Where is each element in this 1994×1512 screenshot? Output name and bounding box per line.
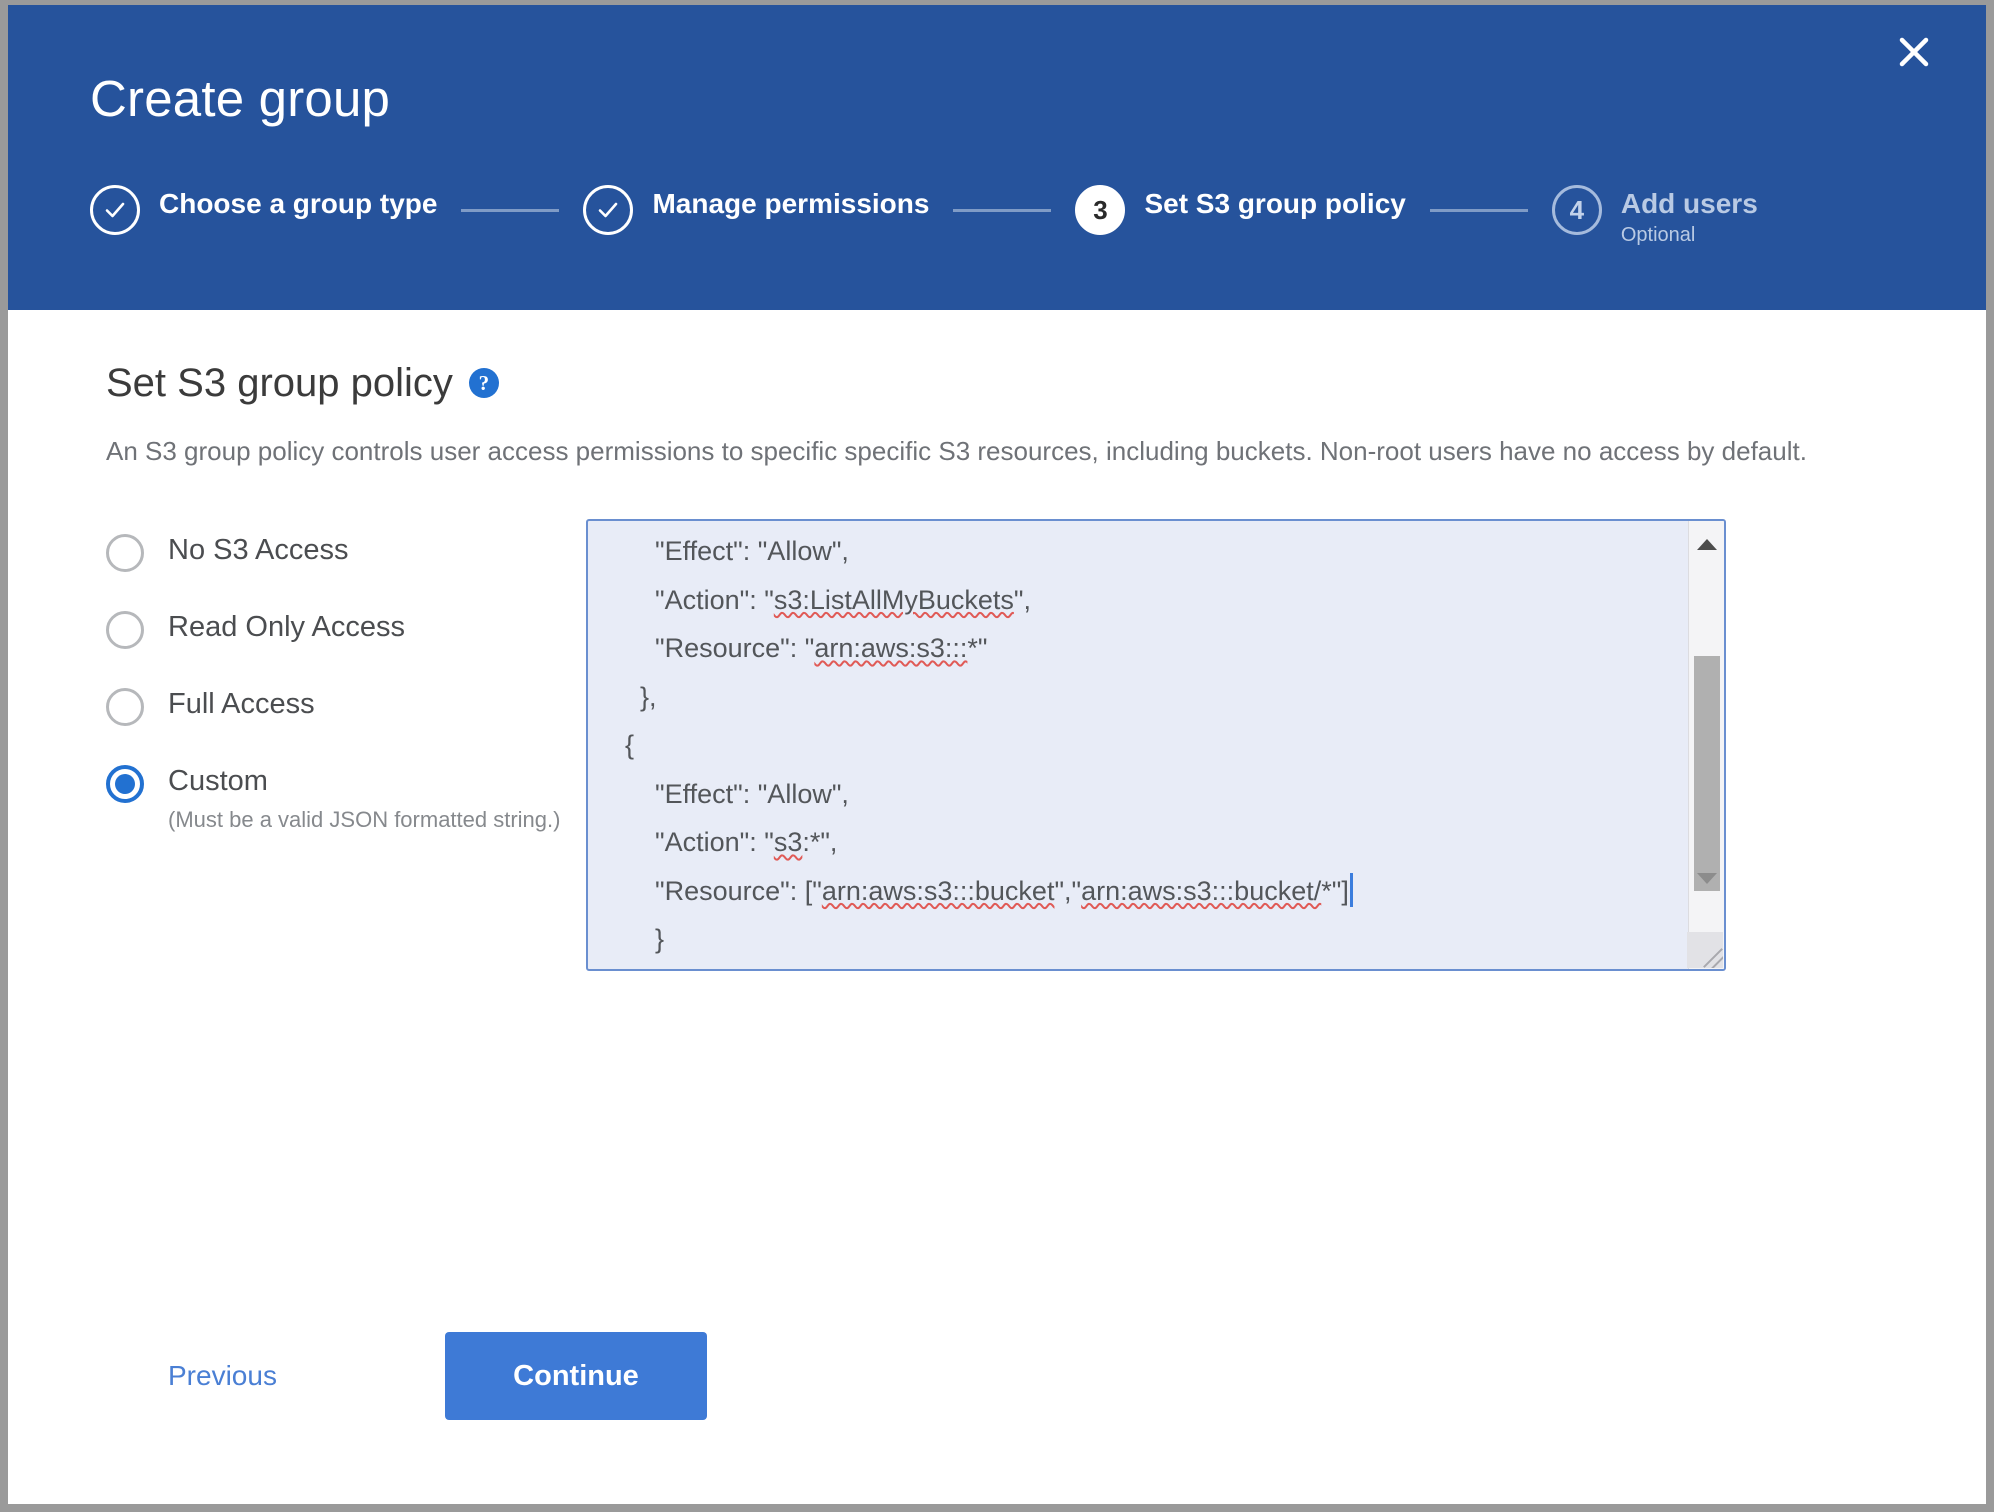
- step-add-users[interactable]: 4 Add users Optional: [1551, 183, 1758, 245]
- policy-json-content[interactable]: "Effect": "Allow", "Action": "s3:ListAll…: [610, 527, 1676, 969]
- radio-indicator[interactable]: [106, 611, 144, 649]
- help-icon[interactable]: ?: [468, 368, 499, 398]
- policy-line-3: },: [610, 681, 657, 712]
- policy-line-7: "Resource": ["arn:aws:s3:::bucket","arn:…: [610, 872, 1353, 907]
- radio-label: No S3 Access: [168, 534, 349, 566]
- text-cursor: [1349, 872, 1353, 907]
- step-connector: [1429, 209, 1528, 212]
- modal-body: Set S3 group policy ? An S3 group policy…: [8, 310, 1986, 1504]
- step-text: Add users Optional: [1621, 183, 1758, 245]
- check-circle-icon: [583, 185, 634, 235]
- policy-line-8: }: [610, 924, 665, 954]
- radio-hint: (Must be a valid JSON formatted string.): [168, 807, 561, 833]
- step-text: Manage permissions: [652, 183, 929, 221]
- step-label: Choose a group type: [159, 188, 438, 219]
- step-set-s3-group-policy[interactable]: 3 Set S3 group policy: [1075, 183, 1406, 235]
- policy-line-2: "Resource": "arn:aws:s3:::*": [610, 633, 988, 663]
- modal-footer: Previous Continue: [8, 1314, 1986, 1504]
- radio-text-column: Custom (Must be a valid JSON formatted s…: [144, 763, 560, 834]
- resize-handle-icon[interactable]: [1687, 932, 1723, 968]
- previous-button[interactable]: Previous: [168, 1362, 277, 1390]
- section-title: Set S3 group policy: [106, 361, 453, 405]
- radio-label: Full Access: [168, 688, 315, 720]
- policy-line-6: "Action": "s3:*",: [610, 827, 838, 857]
- policy-line-0: "Effect": "Allow",: [610, 536, 849, 566]
- policy-line-1: "Action": "s3:ListAllMyBuckets",: [610, 584, 1031, 615]
- screen: Create group Choose a group type Manage …: [0, 0, 1994, 1512]
- step-label: Add users: [1620, 188, 1758, 219]
- create-group-modal: Create group Choose a group type Manage …: [8, 5, 1986, 1504]
- scroll-down-icon[interactable]: [1689, 861, 1724, 895]
- step-manage-permissions[interactable]: Manage permissions: [583, 183, 929, 235]
- step-number: 3: [1093, 195, 1108, 225]
- section-description: An S3 group policy controls user access …: [106, 436, 1807, 466]
- radio-label: Custom: [168, 765, 268, 797]
- scrollbar-thumb[interactable]: [1694, 656, 1720, 891]
- step-number-badge: 4: [1551, 185, 1602, 235]
- check-circle-icon: [90, 185, 140, 235]
- step-choose-a-group-type[interactable]: Choose a group type: [90, 183, 437, 235]
- step-label: Manage permissions: [652, 188, 930, 219]
- policy-line-5: "Effect": "Allow",: [610, 778, 849, 809]
- radio-indicator[interactable]: [106, 534, 144, 572]
- stepper: Choose a group type Manage permissions 3…: [90, 183, 1758, 245]
- step-number: 4: [1569, 195, 1585, 225]
- scroll-up-icon[interactable]: [1689, 527, 1724, 561]
- step-label: Set S3 group policy: [1144, 188, 1406, 219]
- textarea-scrollbar[interactable]: [1688, 521, 1724, 969]
- step-text: Set S3 group policy: [1144, 183, 1405, 221]
- policy-line-4: {: [610, 730, 635, 760]
- close-icon[interactable]: [1885, 23, 1943, 81]
- continue-button[interactable]: Continue: [445, 1332, 707, 1420]
- step-sublabel: Optional: [1620, 224, 1696, 246]
- step-number-badge: 3: [1075, 185, 1126, 235]
- radio-indicator[interactable]: [106, 765, 144, 803]
- step-connector: [461, 209, 560, 212]
- modal-header: Create group Choose a group type Manage …: [8, 5, 1986, 310]
- radio-label: Read Only Access: [168, 611, 405, 643]
- step-text: Choose a group type: [159, 183, 437, 221]
- page-title: Create group: [90, 70, 391, 127]
- radio-indicator[interactable]: [106, 688, 144, 726]
- policy-json-textarea[interactable]: "Effect": "Allow", "Action": "s3:ListAll…: [586, 519, 1726, 971]
- section-header: Set S3 group policy ?: [106, 363, 499, 403]
- step-connector: [953, 209, 1052, 212]
